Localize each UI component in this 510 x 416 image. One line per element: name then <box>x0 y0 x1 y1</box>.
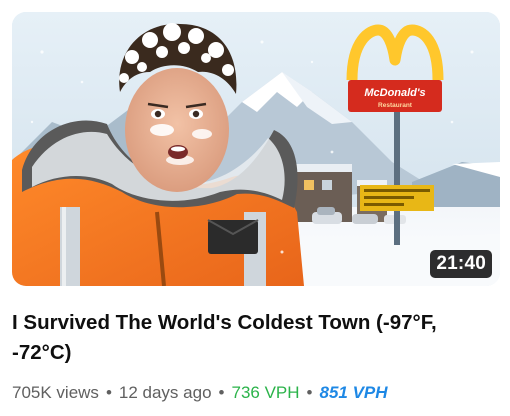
separator-dot: • <box>105 383 112 402</box>
vph-alt-stat: 851 VPH <box>319 383 388 402</box>
view-count: 705K views <box>12 383 99 402</box>
thumbnail-scene: McDonald's Restaurant <box>12 12 500 286</box>
upload-age: 12 days ago <box>118 383 212 402</box>
separator-dot: • <box>218 383 225 402</box>
vph-stat: 736 VPH <box>231 383 300 402</box>
video-title[interactable]: I Survived The World's Coldest Town (-97… <box>12 308 492 368</box>
svg-text:McDonald's: McDonald's <box>364 87 425 99</box>
video-metadata: 705K views • 12 days ago • 736 VPH • 851 VPH <box>12 381 388 405</box>
video-card[interactable]: McDonald's Restaurant 21:40 I Survived T… <box>0 0 510 416</box>
svg-text:Restaurant: Restaurant <box>378 102 413 109</box>
video-thumbnail[interactable]: McDonald's Restaurant 21:40 <box>12 12 500 286</box>
duration-badge: 21:40 <box>430 250 492 278</box>
separator-dot: • <box>306 383 313 402</box>
